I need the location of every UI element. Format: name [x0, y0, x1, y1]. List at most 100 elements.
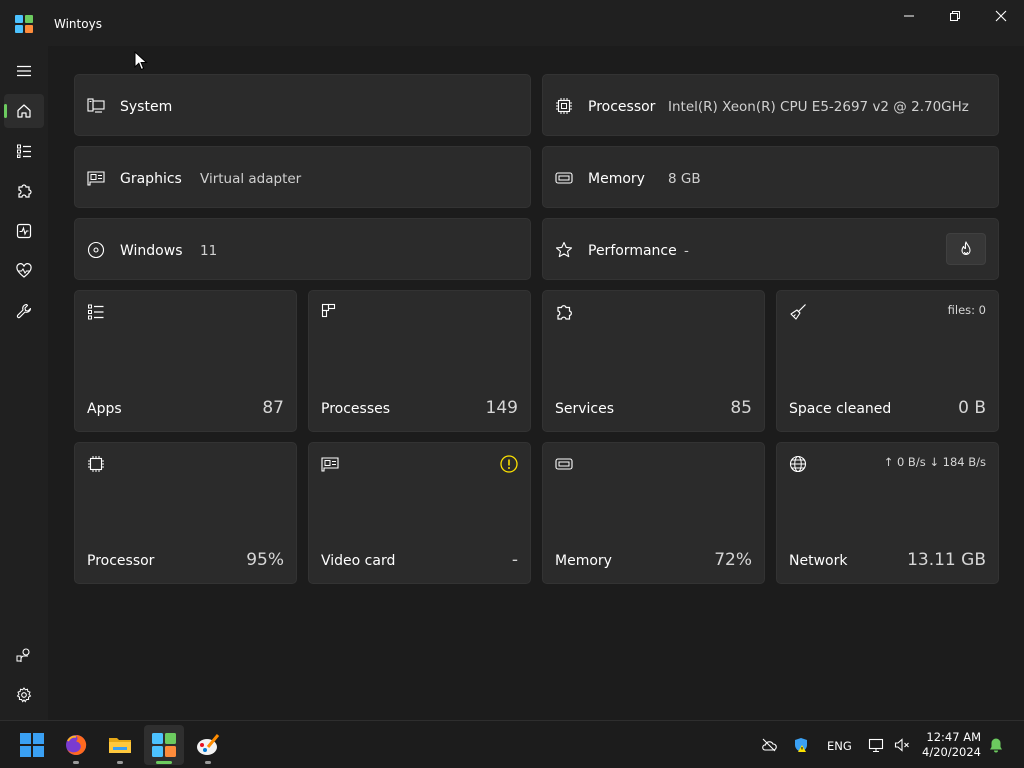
cpu-icon — [556, 98, 572, 114]
start-button[interactable] — [12, 725, 52, 765]
video-card-label: Video card — [321, 553, 396, 569]
wintoys-logo-icon — [15, 15, 33, 33]
onedrive-offline-icon[interactable] — [761, 737, 777, 753]
processor-tile[interactable]: Processor 95% — [74, 442, 297, 584]
services-tile[interactable]: Services 85 — [542, 290, 765, 432]
mouse-cursor-icon — [134, 51, 148, 71]
volume-muted-icon[interactable] — [894, 737, 910, 753]
memory-tile-label: Memory — [555, 553, 612, 569]
activity-icon — [16, 223, 32, 239]
language-indicator[interactable]: ENG — [827, 739, 852, 753]
graphics-label: Graphics — [120, 171, 182, 187]
taskbar-firefox[interactable] — [56, 725, 96, 765]
wintoys-logo-icon — [152, 733, 176, 757]
video-card-usage: - — [511, 550, 518, 570]
puzzle-icon — [557, 305, 572, 320]
nav-health[interactable] — [4, 254, 44, 288]
close-icon — [995, 10, 1007, 22]
minimize-icon — [904, 15, 914, 17]
security-warning-icon[interactable] — [793, 737, 809, 753]
network-tile[interactable]: ↑ 0 B/s ↓ 184 B/s Network 13.11 GB — [776, 442, 999, 584]
user-settings-icon — [16, 648, 30, 662]
disc-icon — [87, 241, 105, 259]
running-indicator — [73, 761, 79, 764]
gear-icon — [16, 687, 32, 703]
nav-settings[interactable] — [4, 678, 44, 712]
title-bar: Wintoys — [0, 0, 1024, 46]
nav-apps[interactable] — [4, 134, 44, 168]
globe-icon — [789, 455, 807, 473]
minimize-button[interactable] — [886, 0, 932, 32]
memory-info-card[interactable]: Memory 8 GB — [542, 146, 999, 208]
firefox-icon — [66, 734, 87, 755]
apps-label: Apps — [87, 401, 122, 417]
memory-icon — [555, 458, 573, 470]
nav-performance[interactable] — [4, 214, 44, 248]
menu-toggle-button[interactable] — [4, 54, 44, 88]
memory-icon — [555, 172, 573, 184]
performance-boost-button[interactable] — [946, 233, 986, 265]
flame-icon — [961, 241, 971, 256]
apps-tile[interactable]: Apps 87 — [74, 290, 297, 432]
processes-label: Processes — [321, 401, 391, 417]
network-label: Network — [789, 553, 848, 569]
files-count: files: 0 — [947, 303, 986, 317]
performance-value: - — [684, 243, 689, 259]
star-icon — [555, 241, 573, 258]
hamburger-icon — [17, 65, 31, 77]
running-indicator — [205, 761, 211, 764]
paint-brush-icon — [197, 734, 220, 755]
nav-home[interactable] — [4, 94, 44, 128]
space-cleaned-label: Space cleaned — [789, 401, 892, 417]
graphics-card-icon — [87, 171, 105, 186]
processor-value: Intel(R) Xeon(R) CPU E5-2697 v2 @ 2.70GH… — [668, 99, 969, 115]
home-icon — [17, 104, 31, 118]
system-icon — [87, 98, 105, 113]
wrench-icon — [16, 303, 32, 319]
list-icon — [88, 304, 104, 320]
system-clock[interactable]: 12:47 AM 4/20/2024 — [922, 730, 981, 760]
graphics-card[interactable]: Graphics Virtual adapter — [74, 146, 531, 208]
system-card[interactable]: System — [74, 74, 531, 136]
nav-account[interactable] — [4, 638, 44, 672]
nav-tools[interactable] — [4, 294, 44, 328]
cpu-icon — [88, 456, 104, 472]
space-cleaned-tile[interactable]: files: 0 Space cleaned 0 B — [776, 290, 999, 432]
apps-count: 87 — [262, 398, 284, 418]
processor-usage: 95% — [246, 550, 284, 570]
window-title: Wintoys — [54, 17, 102, 31]
processor-label: Processor — [588, 99, 656, 115]
processes-icon — [321, 303, 336, 318]
memory-label: Memory — [588, 171, 645, 187]
memory-tile[interactable]: Memory 72% — [542, 442, 765, 584]
windows-value: 11 — [200, 243, 218, 259]
performance-card[interactable]: Performance - — [542, 218, 999, 280]
windows-card[interactable]: Windows 11 — [74, 218, 531, 280]
taskbar-file-explorer[interactable] — [100, 725, 140, 765]
taskbar-wintoys[interactable] — [144, 725, 184, 765]
processor-tile-label: Processor — [87, 553, 155, 569]
processes-tile[interactable]: Processes 149 — [308, 290, 531, 432]
nav-services[interactable] — [4, 174, 44, 208]
processes-count: 149 — [485, 398, 518, 418]
video-card-tile[interactable]: Video card - — [308, 442, 531, 584]
list-icon — [17, 144, 31, 158]
performance-label: Performance — [588, 243, 677, 259]
warning-icon — [500, 455, 518, 473]
clock-time: 12:47 AM — [926, 730, 981, 744]
space-cleaned-value: 0 B — [958, 398, 986, 418]
network-ethernet-icon[interactable] — [868, 737, 884, 753]
taskbar: ENG 12:47 AM 4/20/2024 — [0, 720, 1024, 768]
processor-info-card[interactable]: Processor Intel(R) Xeon(R) CPU E5-2697 v… — [542, 74, 999, 136]
graphics-card-icon — [321, 457, 339, 472]
network-total: 13.11 GB — [907, 550, 986, 570]
close-button[interactable] — [978, 0, 1024, 32]
main-content: System Processor Intel(R) Xeon(R) CPU E5… — [48, 46, 1024, 720]
maximize-button[interactable] — [932, 0, 978, 32]
taskbar-paint[interactable] — [188, 725, 228, 765]
notification-bell-icon[interactable] — [988, 737, 1004, 753]
network-speed: ↑ 0 B/s ↓ 184 B/s — [883, 455, 986, 469]
sidebar — [0, 46, 48, 720]
windows-label: Windows — [120, 243, 183, 259]
heart-pulse-icon — [16, 263, 32, 278]
